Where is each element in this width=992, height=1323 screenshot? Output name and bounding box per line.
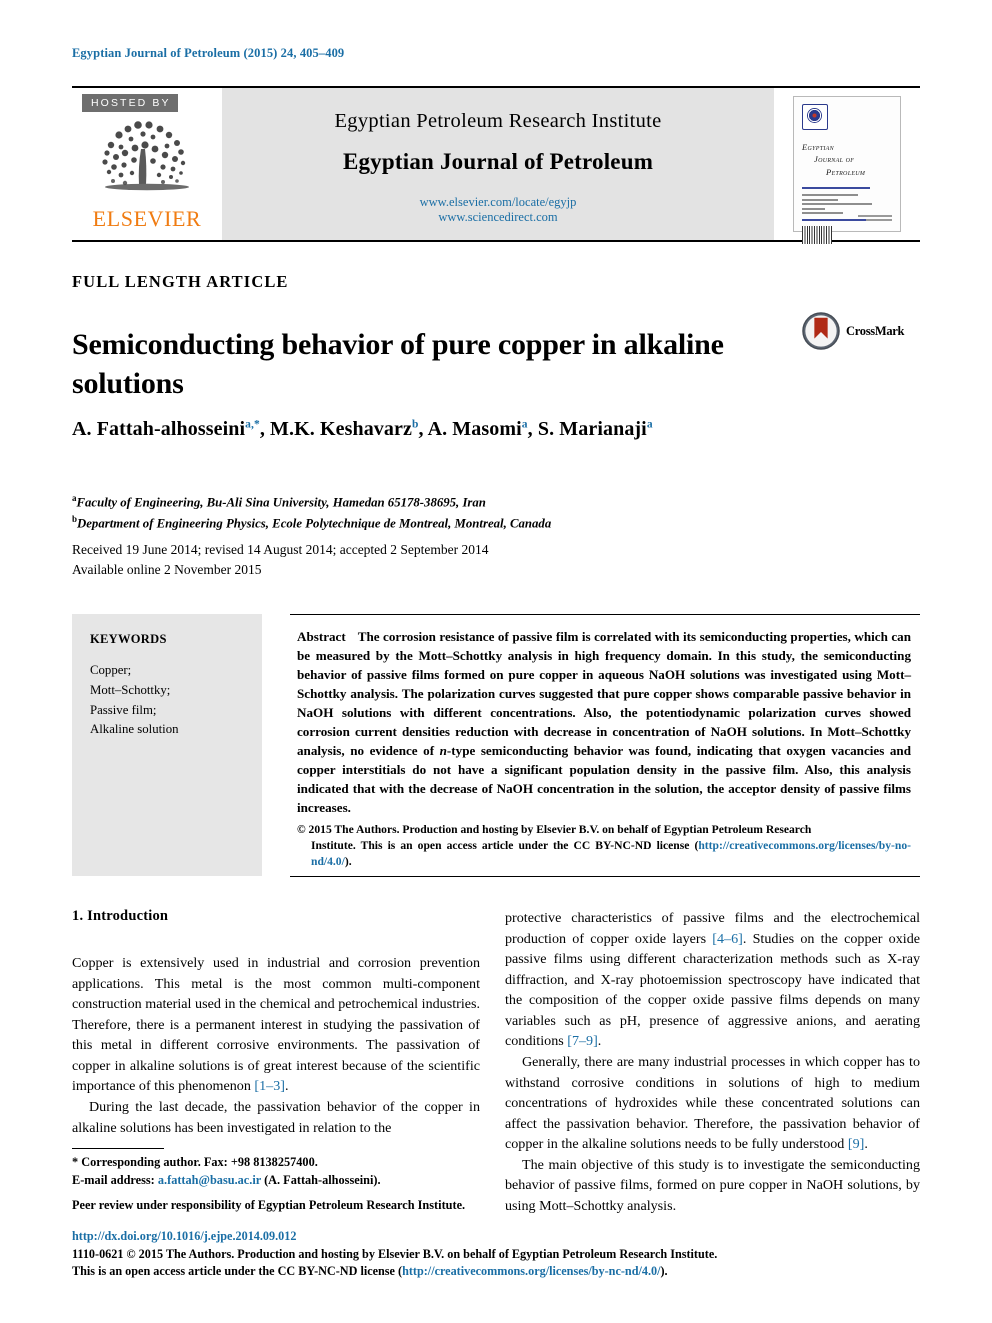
paragraph-text-end: . (597, 1033, 602, 1050)
keywords-heading: KEYWORDS (90, 632, 167, 646)
author-name: A. Masomi (427, 418, 522, 440)
available-online-date: Available online 2 November 2015 (72, 561, 262, 577)
author-name: A. Fattah-alhosseini (72, 418, 246, 440)
author-list: A. Fattah-alhosseinia,*, M.K. Keshavarzb… (72, 418, 653, 440)
peer-review-note: Peer review under responsibility of Egyp… (72, 1197, 466, 1212)
copyright-line-2: Institute. This is an open access articl… (297, 838, 911, 870)
email-owner: (A. Fattah-alhosseini). (264, 1173, 381, 1188)
abstract-copyright: © 2015 The Authors. Production and hosti… (297, 822, 911, 871)
corresponding-author-note: * Corresponding author. Fax: +98 8138257… (72, 1155, 318, 1169)
section-heading-introduction: 1. Introduction (72, 908, 169, 924)
doi-link[interactable]: http://dx.doi.org/10.1016/j.ejpe.2014.09… (72, 1228, 922, 1246)
paragraph-text: . Studies on the copper oxide passive fi… (505, 930, 920, 1050)
license-line: This is an open access article under the… (72, 1263, 922, 1281)
sciencedirect-link[interactable]: www.sciencedirect.com (420, 210, 577, 225)
keyword-item: Mott–Schottky; (90, 682, 171, 697)
cover-title: Egyptian Journal of Petroleum (802, 141, 892, 178)
author-affiliation-mark: a,* (245, 418, 260, 431)
page-title: Semiconducting behavior of pure copper i… (72, 328, 724, 401)
journal-links: www.elsevier.com/locate/egyjp www.scienc… (420, 195, 577, 225)
license-prefix: This is an open access article under the… (72, 1264, 403, 1279)
body-column-right: protective characteristics of passive fi… (505, 908, 920, 1216)
abstract-rule-bottom (290, 876, 920, 877)
citation-ref[interactable]: [4–6] (712, 931, 743, 947)
abstract-rule-top (290, 614, 920, 615)
paragraph: Generally, there are many industrial pro… (505, 1052, 920, 1155)
license-link-part-1[interactable]: http://creativecommons.org/ (698, 839, 838, 852)
journal-cover-block: Egyptian Journal of Petroleum (774, 88, 920, 245)
journal-homepage-link[interactable]: www.elsevier.com/locate/egyjp (420, 195, 577, 210)
journal-cover-thumbnail: Egyptian Journal of Petroleum (793, 96, 901, 245)
affiliation-text: Department of Engineering Physics, Ecole… (77, 515, 552, 530)
copyright-line-1: © 2015 The Authors. Production and hosti… (297, 823, 812, 836)
hosted-by-badge: HOSTED BY (82, 94, 178, 112)
received-dates: Received 19 June 2014; revised 14 August… (72, 542, 489, 557)
paragraph: During the last decade, the passivation … (72, 1098, 480, 1136)
body-column-left: 1. Introduction Copper is extensively us… (72, 908, 480, 1138)
elsevier-wordmark: ELSEVIER (92, 206, 202, 231)
paragraph-text-end: . (864, 1136, 868, 1153)
cover-subtext-lines (802, 194, 892, 215)
cover-title-line-2: Journal of (814, 154, 855, 165)
citation-ref[interactable]: [7–9] (567, 1033, 598, 1049)
citation-ref[interactable]: [1–3] (254, 1078, 285, 1094)
journal-title-block: Egyptian Petroleum Research Institute Eg… (222, 88, 774, 240)
cover-barcode-icon (802, 226, 832, 245)
author-name: S. Marianaji (537, 418, 647, 440)
journal-name: Egyptian Journal of Petroleum (342, 149, 654, 174)
footer-block: http://dx.doi.org/10.1016/j.ejpe.2014.09… (72, 1228, 922, 1281)
affiliation-item: bDepartment of Engineering Physics, Ecol… (72, 513, 922, 534)
keywords-list: Copper; Mott–Schottky; Passive film; Alk… (90, 661, 262, 740)
footnote-separator (72, 1148, 164, 1149)
cc-license-link[interactable]: http://creativecommons.org/licenses/by-n… (402, 1264, 660, 1278)
citation-ref[interactable]: [9] (848, 1136, 864, 1152)
author-affiliation-mark: b (411, 418, 419, 431)
crossmark-label: CrossMark (846, 323, 905, 338)
paragraph-text-end: . (284, 1078, 289, 1095)
cover-footer-lines (858, 215, 892, 223)
author-affiliation-mark: a (646, 418, 653, 431)
cover-title-line-3: Petroleum (826, 166, 866, 177)
license-suffix: ). (660, 1264, 668, 1279)
license-text: Institute. This is an open access articl… (311, 839, 699, 853)
paragraph-text: Copper is extensively used in industrial… (72, 955, 480, 1095)
abstract-italic-n: n (439, 742, 447, 758)
institute-name: Egyptian Petroleum Research Institute (334, 110, 662, 132)
paragraph: Copper is extensively used in industrial… (72, 953, 480, 1097)
keywords-panel: KEYWORDS Copper; Mott–Schottky; Passive … (72, 614, 262, 876)
elsevier-tree-icon (102, 121, 189, 191)
abstract-body-part-1: The corrosion resistance of passive film… (297, 629, 911, 758)
article-type-label: FULL LENGTH ARTICLE (72, 272, 289, 291)
affiliation-list: aFaculty of Engineering, Bu-Ali Sina Uni… (72, 492, 922, 533)
cover-rule (802, 186, 871, 190)
paragraph: The main objective of this study is to i… (505, 1156, 920, 1214)
publisher-logo-block: HOSTED BY ELSEVIER (72, 88, 222, 240)
crossmark-badge[interactable]: CrossMark (802, 312, 904, 350)
abstract-label: Abstract (297, 629, 346, 644)
paragraph: protective characteristics of passive fi… (505, 908, 920, 1052)
issn-copyright-line: 1110-0621 © 2015 The Authors. Production… (72, 1246, 718, 1261)
keyword-item: Alkaline solution (90, 722, 179, 737)
crossmark-icon (802, 312, 840, 350)
cover-title-line-1: Egyptian (802, 142, 834, 152)
affiliation-item: aFaculty of Engineering, Bu-Ali Sina Uni… (72, 492, 922, 513)
keyword-item: Copper; (90, 663, 132, 677)
license-text-end: ). (344, 855, 352, 869)
email-label: E-mail address: (72, 1173, 155, 1188)
abstract-text: Abstract The corrosion resistance of pass… (297, 628, 911, 818)
institute-seal-icon (802, 104, 828, 130)
email-note: E-mail address: a.fattah@basu.ac.ir (A. … (72, 1172, 480, 1189)
affiliation-text: Faculty of Engineering, Bu-Ali Sina Univ… (76, 495, 486, 510)
running-head: Egyptian Journal of Petroleum (2015) 24,… (72, 46, 345, 60)
email-link[interactable]: a.fattah@basu.ac.ir (158, 1173, 261, 1187)
author-name: M.K. Keshavarz (270, 418, 412, 440)
author-affiliation-mark: a (521, 418, 528, 431)
footnote-block: * Corresponding author. Fax: +98 8138257… (72, 1148, 480, 1214)
article-dates: Received 19 June 2014; revised 14 August… (72, 540, 922, 580)
keyword-item: Passive film; (90, 702, 157, 717)
journal-masthead: HOSTED BY ELSEVIER Egyptian Petroleum Re… (72, 86, 920, 245)
article-page: Egyptian Journal of Petroleum (2015) 24,… (0, 0, 992, 1323)
